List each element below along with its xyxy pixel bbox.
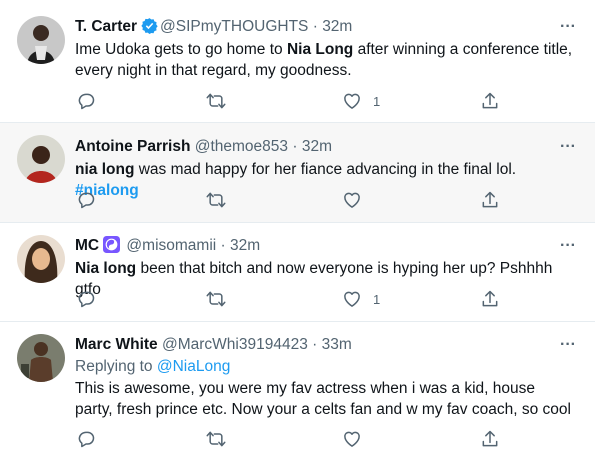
text-segment: was mad happy for her fiance advancing i… xyxy=(134,161,517,178)
heart-icon xyxy=(344,291,360,307)
reply-button[interactable] xyxy=(76,90,96,112)
tweet-actions xyxy=(0,428,595,450)
heart-icon xyxy=(344,192,360,208)
highlighted-term: Nia Long xyxy=(286,41,354,58)
tweet-header: Antoine Parrish @themoe853 · 32m xyxy=(75,137,555,157)
avatar[interactable] xyxy=(17,235,65,283)
tweet-header: Marc White @MarcWhi39194423 · 33m xyxy=(75,335,555,355)
display-name[interactable]: Marc White xyxy=(75,336,158,353)
retweet-icon xyxy=(206,291,226,307)
separator-dot: · xyxy=(312,336,318,353)
retweet-icon xyxy=(206,192,226,208)
user-handle[interactable]: @SIPmyTHOUGHTS xyxy=(160,18,308,35)
tweet-feed: T. Carter @SIPmyTHOUGHTS · 32m ··· Ime Ud… xyxy=(0,0,595,453)
tweet-actions: 1 xyxy=(0,288,595,310)
reply-icon xyxy=(78,431,95,448)
share-icon xyxy=(482,290,498,307)
tweet-text: Ime Udoka gets to go home to Nia Long af… xyxy=(75,39,575,81)
reply-icon xyxy=(78,93,95,110)
yin-yang-icon xyxy=(103,236,121,259)
reply-icon xyxy=(78,192,95,209)
avatar[interactable] xyxy=(17,16,65,64)
separator-dot: · xyxy=(220,237,226,254)
tweet-item[interactable]: T. Carter @SIPmyTHOUGHTS · 32m ··· Ime Ud… xyxy=(0,0,595,123)
tweet-item[interactable]: Antoine Parrish @themoe853 · 32m ··· nia… xyxy=(0,123,595,223)
timestamp[interactable]: 32m xyxy=(230,237,260,254)
like-button[interactable] xyxy=(342,428,373,450)
reply-button[interactable] xyxy=(76,428,96,450)
replying-to-handle-link[interactable]: @NiaLong xyxy=(157,358,230,375)
user-handle[interactable]: @MarcWhi39194423 xyxy=(162,336,308,353)
replying-to-label: Replying to xyxy=(75,358,157,375)
like-button[interactable]: 1 xyxy=(342,90,380,112)
like-count: 1 xyxy=(373,291,381,307)
timestamp[interactable]: 33m xyxy=(322,336,352,353)
more-options-icon[interactable]: ··· xyxy=(558,139,578,161)
retweet-button[interactable] xyxy=(205,288,227,310)
share-button[interactable] xyxy=(480,189,500,211)
share-button[interactable] xyxy=(480,288,500,310)
avatar[interactable] xyxy=(17,334,65,382)
avatar[interactable] xyxy=(17,135,65,183)
separator-dot: · xyxy=(292,138,298,155)
verified-badge-icon xyxy=(141,17,158,40)
reply-button[interactable] xyxy=(76,288,96,310)
like-button[interactable]: 1 xyxy=(342,288,380,310)
reply-button[interactable] xyxy=(76,189,96,211)
retweet-icon xyxy=(206,93,226,109)
tweet-item[interactable]: MC @misomamii · 32m ··· Nia long been th… xyxy=(0,223,595,322)
like-count: 1 xyxy=(373,93,381,109)
heart-icon xyxy=(344,93,360,109)
more-options-icon[interactable]: ··· xyxy=(558,19,578,41)
tweet-item[interactable]: Marc White @MarcWhi39194423 · 33m ··· Re… xyxy=(0,322,595,453)
separator-dot: · xyxy=(312,18,318,35)
highlighted-term: Nia long xyxy=(75,260,137,277)
user-handle[interactable]: @themoe853 xyxy=(195,138,288,155)
highlighted-term: nia long xyxy=(75,161,135,178)
share-icon xyxy=(482,92,498,109)
display-name[interactable]: MC xyxy=(75,237,99,254)
tweet-actions xyxy=(0,189,595,211)
retweet-button[interactable] xyxy=(205,189,227,211)
heart-icon xyxy=(344,431,360,447)
timestamp[interactable]: 32m xyxy=(322,18,352,35)
display-name[interactable]: T. Carter xyxy=(75,18,137,35)
tweet-text: This is awesome, you were my fav actress… xyxy=(75,380,571,418)
retweet-icon xyxy=(206,431,226,447)
replying-to: Replying to @NiaLong xyxy=(75,356,575,377)
tweet-header: T. Carter @SIPmyTHOUGHTS · 32m xyxy=(75,17,555,40)
share-icon xyxy=(482,191,498,208)
retweet-button[interactable] xyxy=(205,90,227,112)
user-handle[interactable]: @misomamii xyxy=(126,237,216,254)
reply-icon xyxy=(78,291,95,308)
share-icon xyxy=(482,430,498,447)
like-button[interactable] xyxy=(342,189,373,211)
retweet-button[interactable] xyxy=(205,428,227,450)
share-button[interactable] xyxy=(480,90,500,112)
tweet-header: MC @misomamii · 32m xyxy=(75,236,555,259)
text-segment: Ime Udoka gets to go home to xyxy=(75,41,287,58)
share-button[interactable] xyxy=(480,428,500,450)
display-name[interactable]: Antoine Parrish xyxy=(75,138,190,155)
tweet-actions: 1 xyxy=(0,90,595,112)
more-options-icon[interactable]: ··· xyxy=(558,238,578,260)
timestamp[interactable]: 32m xyxy=(302,138,332,155)
